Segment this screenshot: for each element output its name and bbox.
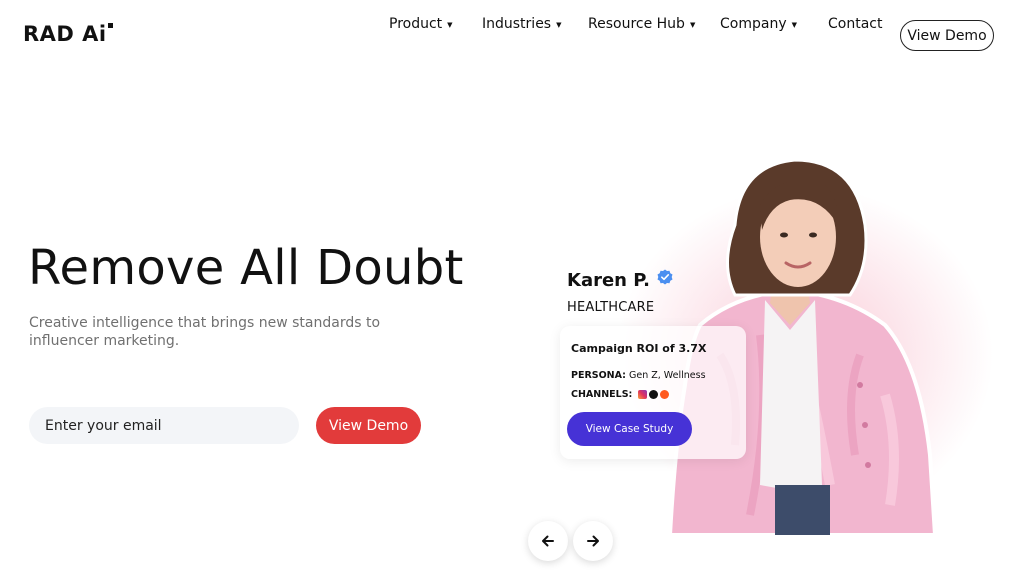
channel-icons bbox=[638, 390, 670, 399]
persona-row: PERSONA: Gen Z, Wellness bbox=[571, 370, 706, 381]
nav-item-contact[interactable]: Contact bbox=[828, 16, 882, 32]
view-case-study-button[interactable]: View Case Study bbox=[567, 412, 692, 446]
nav-item-label: Company bbox=[720, 16, 787, 32]
profile-name: Karen P. bbox=[567, 269, 673, 291]
channels-label: CHANNELS: bbox=[571, 389, 633, 400]
nav-item-label: Resource Hub bbox=[588, 16, 685, 32]
arrow-right-icon bbox=[587, 535, 599, 547]
campaign-roi-title: Campaign ROI of 3.7X bbox=[571, 342, 707, 355]
nav-item-label: Industries bbox=[482, 16, 552, 32]
logo-mark-icon bbox=[107, 23, 113, 28]
arrow-left-icon bbox=[542, 535, 554, 547]
reddit-icon bbox=[660, 390, 670, 399]
hero-subtitle: Creative intelligence that brings new st… bbox=[29, 315, 381, 349]
email-input[interactable] bbox=[29, 407, 299, 444]
persona-label: PERSONA: bbox=[571, 370, 626, 381]
chevron-down-icon: ▼ bbox=[556, 20, 562, 29]
profile-name-text: Karen P. bbox=[567, 270, 650, 291]
chevron-down-icon: ▼ bbox=[447, 20, 453, 29]
nav-item-resource-hub[interactable]: Resource Hub ▼ bbox=[588, 16, 695, 32]
rad-ai-logo[interactable]: RAD Ai bbox=[23, 22, 113, 46]
persona-value: Gen Z, Wellness bbox=[629, 370, 706, 381]
instagram-icon bbox=[638, 390, 648, 399]
nav-item-label: Product bbox=[389, 16, 443, 32]
nav-item-industries[interactable]: Industries ▼ bbox=[482, 16, 562, 32]
channels-row: CHANNELS: bbox=[571, 389, 670, 400]
chevron-down-icon: ▼ bbox=[689, 20, 696, 29]
hero-view-demo-button[interactable]: View Demo bbox=[316, 407, 421, 444]
nav-item-product[interactable]: Product ▼ bbox=[389, 16, 453, 32]
nav-item-label: Contact bbox=[828, 16, 883, 32]
chevron-down-icon: ▼ bbox=[791, 20, 797, 29]
logo-text: RAD Ai bbox=[23, 22, 107, 46]
profile-sector: HEALTHCARE bbox=[567, 300, 655, 315]
verified-badge-icon bbox=[657, 269, 673, 285]
header-view-demo-button[interactable]: View Demo bbox=[900, 20, 994, 51]
tiktok-icon bbox=[649, 390, 659, 399]
hero-title: Remove All Doubt bbox=[28, 240, 464, 296]
carousel-next-button[interactable] bbox=[573, 521, 613, 561]
nav-item-company[interactable]: Company ▼ bbox=[720, 16, 797, 32]
carousel-prev-button[interactable] bbox=[528, 521, 568, 561]
campaign-card: Campaign ROI of 3.7X PERSONA: Gen Z, Wel… bbox=[560, 326, 746, 459]
